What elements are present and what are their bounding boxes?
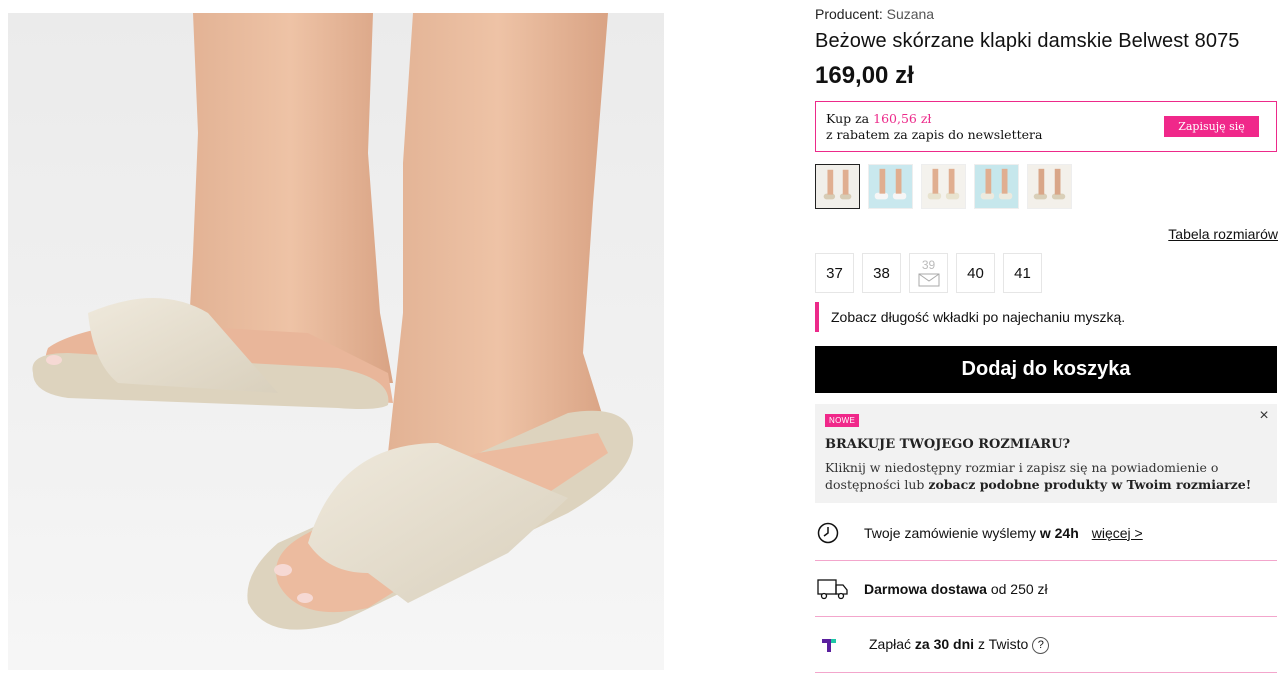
newsletter-buy-for: Kup za: [826, 111, 870, 126]
size-option-37[interactable]: 37: [815, 253, 854, 293]
truck-icon: [817, 578, 848, 599]
twisto-bold: za 30 dni: [914, 635, 975, 652]
size-option-41[interactable]: 41: [1003, 253, 1042, 293]
thumbnail-4[interactable]: [974, 164, 1019, 209]
add-to-cart-button[interactable]: Dodaj do koszyka: [815, 346, 1277, 393]
newsletter-line1: Kup za 160,56 zł: [826, 111, 931, 126]
sandal-photo: [32, 13, 634, 630]
producer-value[interactable]: Suzana: [887, 6, 934, 22]
close-icon[interactable]: ×: [1257, 407, 1271, 425]
size-table-link[interactable]: Tabela rozmiarów: [1168, 226, 1278, 242]
help-icon[interactable]: ?: [1032, 636, 1050, 654]
twisto-logo-icon: [822, 638, 836, 652]
thumbnail-3[interactable]: [921, 164, 966, 209]
newsletter-discount-price: 160,56 zł: [873, 111, 932, 126]
insole-length-hint: Zobacz długość wkładki po najechaniu mys…: [815, 302, 1125, 332]
producer: Producent: Suzana: [815, 6, 934, 22]
missing-size-text-start: dostępności lub: [825, 477, 929, 492]
thumbnail-2[interactable]: [868, 164, 913, 209]
twisto-payment-row: Zapłać za 30 dni z Twisto?: [815, 617, 1277, 673]
newsletter-subscribe-button[interactable]: Zapisuję się: [1164, 116, 1259, 137]
missing-size-text-line1: Kliknij w niedostępny rozmiar i zapisz s…: [825, 460, 1219, 475]
twisto-text: Zapłać za 30 dni z Twisto?: [869, 635, 1050, 654]
producer-label: Producent:: [815, 6, 883, 22]
size-option-39-unavailable[interactable]: 39: [909, 253, 948, 293]
free-delivery-row: Darmowa dostawa od 250 zł: [815, 561, 1277, 617]
product-price: 169,00 zł: [815, 62, 914, 89]
product-main-image[interactable]: [8, 13, 664, 670]
shipping-time-text: Twoje zamówienie wyślemy w 24h więcej >: [864, 525, 1143, 541]
clock-icon: [817, 522, 839, 543]
shipping-time-pre: Twoje zamówienie wyślemy: [864, 524, 1040, 541]
twisto-pre: Zapłać: [869, 635, 915, 652]
size-option-38[interactable]: 38: [862, 253, 901, 293]
size-selector: 37 38 39 40 41: [815, 253, 1042, 293]
size-option-40[interactable]: 40: [956, 253, 995, 293]
thumbnail-5[interactable]: [1027, 164, 1072, 209]
free-delivery-post: od 250 zł: [986, 580, 1048, 597]
size-option-39-label: 39: [921, 258, 936, 272]
new-badge: NOWE: [825, 414, 860, 427]
product-title: Beżowe skórzane klapki damskie Belwest 8…: [815, 30, 1240, 52]
envelope-notify-icon: [918, 273, 940, 287]
missing-size-notice: NOWE × BRAKUJE TWOJEGO ROZMIARU? Kliknij…: [815, 404, 1277, 503]
color-variant-thumbnails: [815, 164, 1072, 209]
similar-products-link[interactable]: zobacz podobne produkty w Twoim rozmiarz…: [928, 477, 1251, 492]
newsletter-line2: z rabatem za zapis do newslettera: [826, 127, 1043, 142]
shipping-time-bold: w 24h: [1039, 524, 1079, 541]
free-delivery-bold: Darmowa dostawa: [864, 580, 987, 597]
free-delivery-text: Darmowa dostawa od 250 zł: [864, 581, 1048, 597]
newsletter-discount-box: Kup za 160,56 zł z rabatem za zapis do n…: [815, 101, 1277, 152]
missing-size-heading: BRAKUJE TWOJEGO ROZMIARU?: [825, 437, 1071, 452]
thumbnail-1[interactable]: [815, 164, 860, 209]
shipping-more-link[interactable]: więcej >: [1092, 525, 1143, 541]
missing-size-text-line2: dostępności lub zobacz podobne produkty …: [825, 477, 1251, 492]
twisto-post: z Twisto: [974, 635, 1029, 652]
shipping-time-row: Twoje zamówienie wyślemy w 24h więcej >: [815, 505, 1277, 561]
